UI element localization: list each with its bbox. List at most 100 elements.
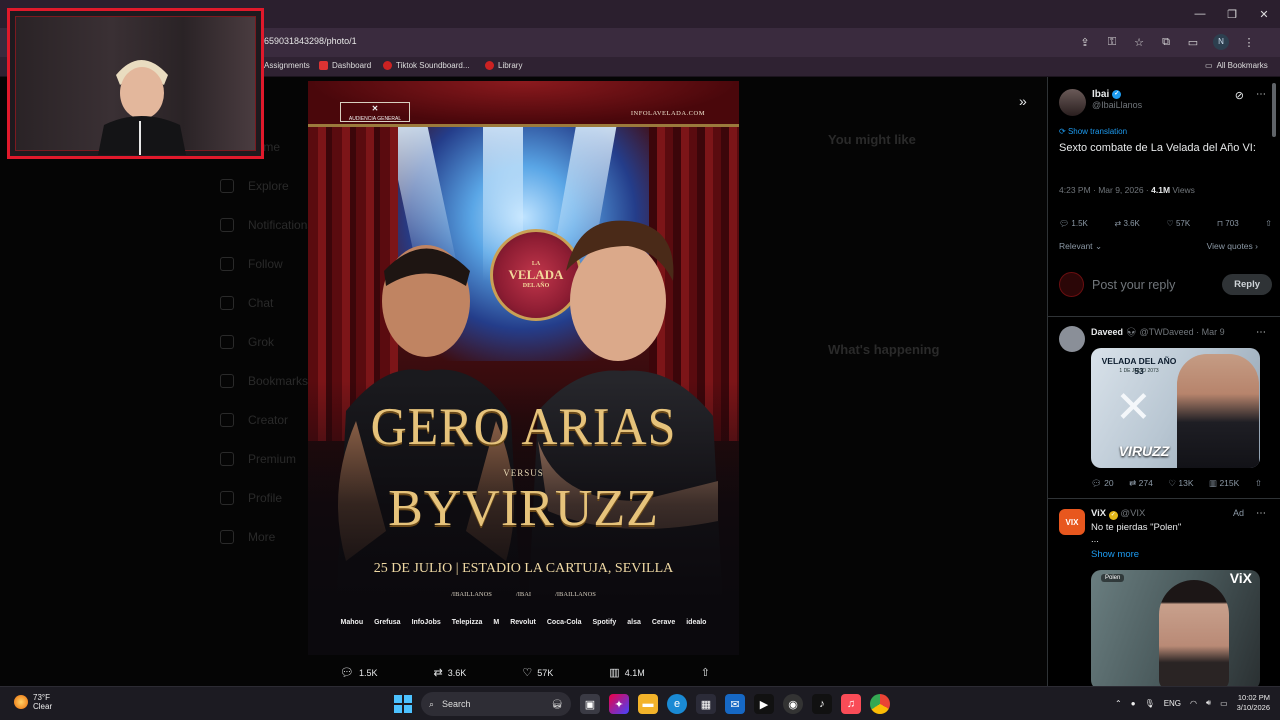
reply-stat[interactable]: 💬︎ 20 [1091,478,1114,489]
mail-icon[interactable]: ✉ [725,694,745,714]
extensions-icon[interactable]: ⧉ [1159,36,1173,49]
bookmark-star-icon[interactable]: ☆ [1132,36,1146,49]
clock[interactable]: 10:02 PM 3/10/2026 [1237,693,1270,713]
reply-author-name[interactable]: Daveed [1091,327,1123,337]
photo-poster[interactable]: LA VELADA DEL AÑO ✕ AUDIENCIA GENERAL INF… [308,81,739,655]
nav-explore[interactable]: Explore [220,166,313,205]
share-icon[interactable]: ⇧ [1265,219,1272,228]
nav-follow[interactable]: Follow [220,244,313,283]
bookmark-library[interactable]: Library [485,61,522,70]
obs-icon[interactable]: ◉ [783,694,803,714]
like-stat[interactable]: ♡ 13K [1168,478,1193,489]
sponsor-logo: Coca-Cola [546,619,582,626]
repost-stat[interactable]: ⇄ 3.6K [1115,219,1140,228]
nav-premium[interactable]: Premium [220,439,313,478]
reply-button[interactable]: Reply [1222,274,1272,295]
file-explorer-icon[interactable]: ▬ [638,694,658,714]
more-options-icon[interactable]: ⋯ [1256,327,1266,338]
taskbar-search[interactable]: ⌕ Search 🍔︎ [421,692,571,716]
like-count: 57K [537,667,554,678]
tweet-time[interactable]: 4:23 PM · Mar 9, 2026 · [1059,185,1149,195]
bookmark-assignments[interactable]: Assignments [264,61,310,70]
nav-grok[interactable]: Grok [220,322,313,361]
store-icon[interactable]: ▦ [696,694,716,714]
ad-media-image[interactable]: Polen ViX [1091,570,1260,686]
wifi-icon[interactable]: ◠ [1190,699,1197,708]
fighter1-name: GERO ARIAS [370,396,677,456]
repost-stat[interactable]: ⇄ 274 [1129,478,1153,489]
reply-input[interactable]: Post your reply [1092,278,1222,292]
show-translation-link[interactable]: ⟳ Show translation [1059,127,1127,136]
like-stat[interactable]: ♡ 57K [1167,219,1191,228]
sponsor-logo: Cerave [651,619,676,626]
nav-notifications[interactable]: Notifications [220,205,313,244]
chevron-up-icon[interactable]: ⌃ [1115,699,1122,708]
sponsor-logo: alsa [627,619,641,626]
bookmark-tiktok-soundboard[interactable]: Tiktok Soundboard... [383,61,470,70]
task-view-icon[interactable]: ▣ [580,694,600,714]
battery-icon[interactable]: ▭ [1220,699,1228,708]
grok-icon[interactable]: ⊘ [1235,89,1244,102]
close-icon[interactable]: ✕ [1248,0,1280,28]
repost-action[interactable]: ⇄ 3.6K [434,666,467,679]
avatar[interactable] [1059,89,1086,116]
comment-icon: 💬︎ [340,667,354,679]
weather-widget[interactable]: 73°F Clear [14,693,52,711]
nav-label: Bookmarks [248,373,309,388]
edge-icon[interactable]: e [667,694,687,714]
music-icon[interactable]: ♫ [841,694,861,714]
profile-avatar[interactable]: N [1213,34,1229,50]
tiktok-icon[interactable]: ♪ [812,694,832,714]
library-icon [485,61,494,70]
nav-profile[interactable]: Profile [220,478,313,517]
avatar[interactable] [1059,326,1085,352]
nav-creator[interactable]: Creator [220,400,313,439]
install-app-icon[interactable]: ⇪ [1078,36,1092,49]
minimize-icon[interactable]: — [1184,0,1216,28]
views-action[interactable]: ▥ 4.1M [609,666,644,679]
panel-scrollbar[interactable] [1272,83,1276,137]
bookmark-stat[interactable]: ⊓ 703 [1217,219,1239,228]
volume-icon[interactable]: 🔊︎ [1206,698,1211,708]
microphone-icon[interactable]: 🎙︎ [1145,699,1155,708]
chevron-right-icon: › [1255,241,1258,251]
terminal-icon[interactable]: ▶ [754,694,774,714]
show-more-link[interactable]: Show more [1091,549,1139,560]
windows-start-icon[interactable] [394,695,412,713]
password-key-icon[interactable]: ⚿ [1105,36,1119,49]
views-stat[interactable]: ▥ 215K [1209,478,1239,489]
menu-kebab-icon[interactable]: ⋮ [1242,36,1256,49]
view-quotes-link[interactable]: View quotes › [1207,241,1258,251]
more-options-icon[interactable]: ⋯ [1256,508,1266,519]
vix-logo[interactable]: VIX [1059,509,1085,535]
maximize-icon[interactable]: ❐ [1216,0,1248,28]
nav-chat[interactable]: Chat [220,283,313,322]
url-field[interactable]: 659031843298/photo/1 [264,36,357,46]
weather-temp: 73°F [33,693,50,702]
copilot-icon[interactable]: ✦ [609,694,629,714]
split-view-icon[interactable]: ▭ [1186,36,1200,49]
share-icon[interactable]: ⇧ [1255,478,1262,489]
nav-more[interactable]: More [220,517,313,556]
tweet-meta: 4:23 PM · Mar 9, 2026 · 4.1M Views [1059,185,1195,195]
nav-label: More [248,529,276,544]
windows-taskbar: 73°F Clear ⌕ Search 🍔︎ ▣ ✦ ▬ e ▦ ✉ ▶ ◉ ♪ ♫ … [0,686,1280,720]
ad-author-name[interactable]: ViX [1091,508,1106,519]
tweet-author[interactable]: Ibai ✓ @IbaiLlanos [1059,89,1142,116]
reply-media-image[interactable]: VELADA DEL AÑO 53 1 DE JULIO 2073 ✕ VIRU… [1091,348,1260,468]
bookmark-dashboard[interactable]: Dashboard [319,61,371,70]
collapse-panel-icon[interactable]: » [1019,93,1027,109]
media-label: Polen [1101,574,1125,582]
nav-bookmarks[interactable]: Bookmarks [220,361,313,400]
share-action[interactable]: ⇧ [701,666,710,679]
sort-dropdown[interactable]: Relevant ⌄ [1059,241,1102,252]
reply-stat[interactable]: 💬︎ 1.5K [1059,219,1088,228]
more-options-icon[interactable]: ⋯ [1256,89,1266,100]
language-indicator[interactable]: ENG [1164,699,1181,708]
sponsor-logo: InfoJobs [411,619,441,626]
chrome-icon[interactable] [870,694,890,714]
tray-app-icon[interactable]: ● [1131,699,1136,708]
reply-action[interactable]: 💬︎ 1.5K [340,666,377,679]
like-action[interactable]: ♡ 57K [522,666,553,679]
all-bookmarks[interactable]: ▭ All Bookmarks [1205,61,1268,70]
